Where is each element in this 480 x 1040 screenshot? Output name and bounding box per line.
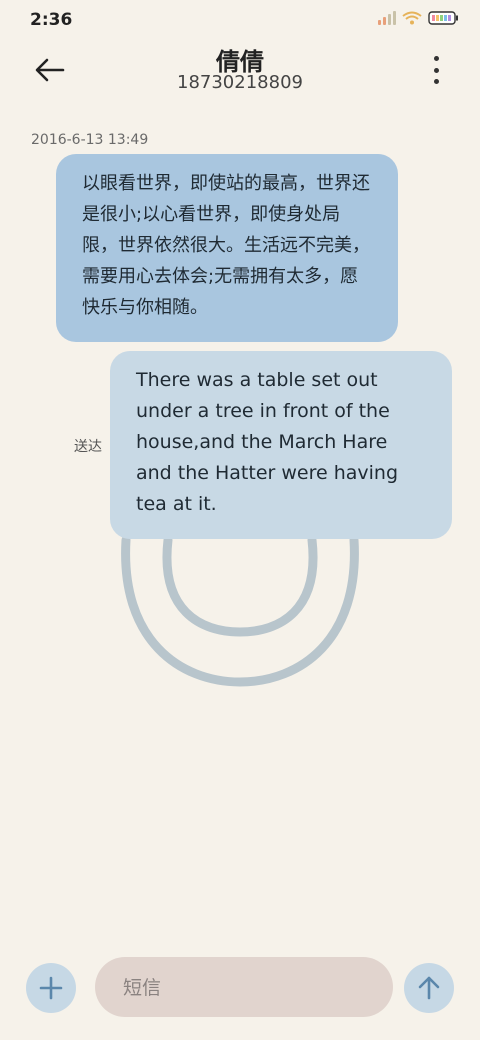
signal-icon <box>378 11 396 25</box>
more-vertical-icon <box>433 56 439 61</box>
battery-icon <box>428 11 458 25</box>
message-timestamp: 2016-6-13 13:49 <box>31 132 149 148</box>
message-input[interactable] <box>121 957 375 1019</box>
contact-phone-number: 18730218809 <box>177 72 303 93</box>
more-menu-button[interactable] <box>428 56 444 84</box>
status-time: 2:36 <box>30 10 73 30</box>
wifi-icon <box>402 11 422 25</box>
add-attachment-button[interactable] <box>26 963 76 1013</box>
incoming-message-bubble[interactable]: 以眼看世界，即使站的最高，世界还是很小;以心看世界，即使身处局限，世界依然很大。… <box>56 154 398 342</box>
message-input-container <box>95 957 393 1019</box>
send-button[interactable] <box>404 963 454 1013</box>
arrow-up-icon <box>418 976 440 1000</box>
outgoing-message-bubble[interactable]: There was a table set out under a tree i… <box>110 351 452 539</box>
status-bar: 2:36 <box>0 0 480 42</box>
message-composer <box>0 950 480 1030</box>
delivery-status: 送达 <box>74 439 102 455</box>
conversation-header: 倩倩 18730218809 <box>0 40 480 110</box>
status-icons <box>378 11 458 25</box>
plus-icon <box>39 976 63 1000</box>
